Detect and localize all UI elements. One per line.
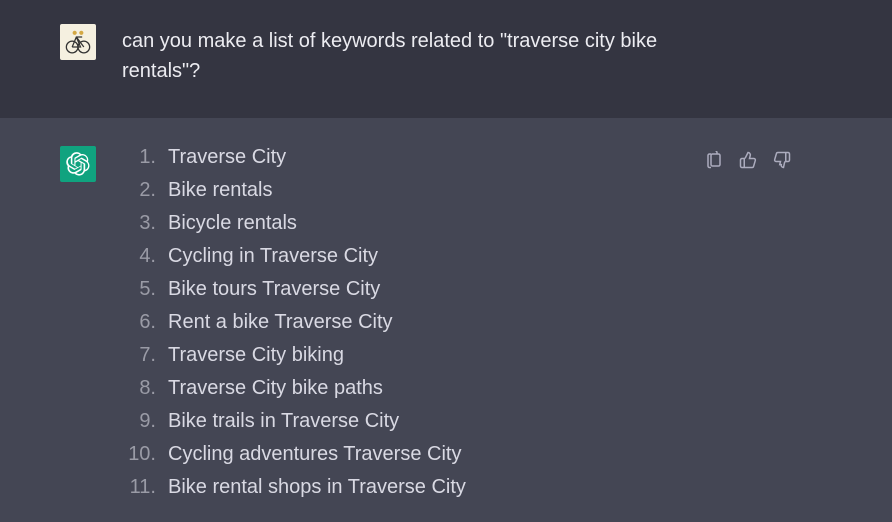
list-text: Bike rental shops in Traverse City (168, 476, 466, 499)
list-number: 2. (122, 179, 168, 202)
list-text: Traverse City biking (168, 344, 344, 367)
list-number: 11. (122, 476, 168, 499)
thumbs-up-icon (739, 151, 757, 169)
user-avatar (60, 24, 96, 60)
list-text: Bicycle rentals (168, 212, 297, 235)
list-item: 4.Cycling in Traverse City (122, 245, 466, 268)
list-item: 9.Bike trails in Traverse City (122, 410, 466, 433)
keyword-list: 1.Traverse City 2.Bike rentals 3.Bicycle… (122, 146, 466, 499)
list-number: 10. (122, 443, 168, 466)
bicycle-avatar-icon (63, 27, 93, 57)
assistant-avatar (60, 146, 96, 182)
openai-logo-icon (66, 152, 90, 176)
list-text: Traverse City bike paths (168, 377, 383, 400)
list-item: 11.Bike rental shops in Traverse City (122, 476, 466, 499)
list-item: 1.Traverse City (122, 146, 466, 169)
list-text: Bike tours Traverse City (168, 278, 380, 301)
list-text: Bike trails in Traverse City (168, 410, 399, 433)
user-prompt-text: can you make a list of keywords related … (122, 24, 682, 86)
dislike-button[interactable] (772, 150, 792, 170)
list-text: Cycling adventures Traverse City (168, 443, 461, 466)
list-item: 5.Bike tours Traverse City (122, 278, 466, 301)
list-item: 7.Traverse City biking (122, 344, 466, 367)
list-number: 1. (122, 146, 168, 169)
list-number: 3. (122, 212, 168, 235)
message-actions (704, 146, 832, 170)
list-text: Traverse City (168, 146, 286, 169)
list-text: Cycling in Traverse City (168, 245, 378, 268)
list-text: Bike rentals (168, 179, 273, 202)
assistant-message: 1.Traverse City 2.Bike rentals 3.Bicycle… (0, 118, 892, 499)
list-number: 9. (122, 410, 168, 433)
clipboard-icon (705, 151, 723, 169)
list-text: Rent a bike Traverse City (168, 311, 393, 334)
user-message: can you make a list of keywords related … (0, 0, 892, 118)
list-number: 8. (122, 377, 168, 400)
list-item: 10.Cycling adventures Traverse City (122, 443, 466, 466)
like-button[interactable] (738, 150, 758, 170)
list-number: 7. (122, 344, 168, 367)
list-item: 8.Traverse City bike paths (122, 377, 466, 400)
list-item: 2.Bike rentals (122, 179, 466, 202)
list-item: 6.Rent a bike Traverse City (122, 311, 466, 334)
list-item: 3.Bicycle rentals (122, 212, 466, 235)
thumbs-down-icon (773, 151, 791, 169)
list-number: 6. (122, 311, 168, 334)
list-number: 5. (122, 278, 168, 301)
copy-button[interactable] (704, 150, 724, 170)
assistant-content: 1.Traverse City 2.Bike rentals 3.Bicycle… (122, 146, 832, 499)
list-number: 4. (122, 245, 168, 268)
